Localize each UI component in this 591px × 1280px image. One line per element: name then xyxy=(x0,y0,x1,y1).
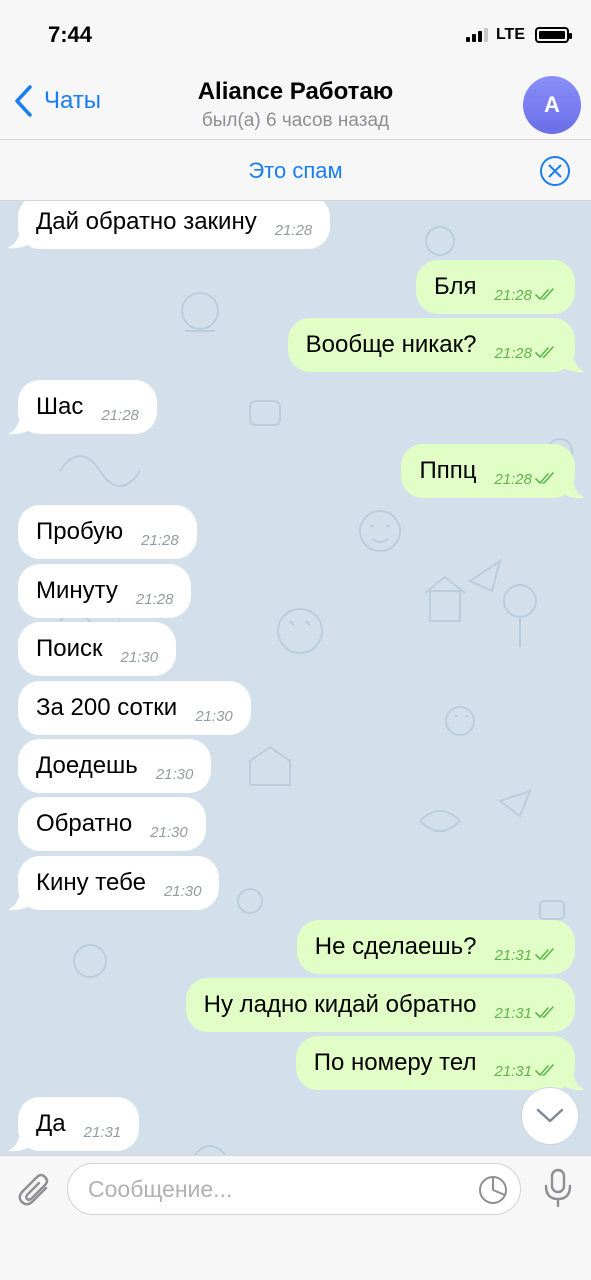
message-time: 21:28 xyxy=(101,406,139,424)
message-text: За 200 сотки xyxy=(36,694,178,721)
message-text: Не сделаешь? xyxy=(314,933,477,960)
message-incoming[interactable]: Поиск 21:30 xyxy=(18,622,177,676)
message-time: 21:28 xyxy=(274,221,313,239)
double-check-icon xyxy=(535,1064,554,1077)
message-text: Кину тебе xyxy=(36,869,146,896)
message-time: 21:30 xyxy=(195,707,233,725)
double-check-icon xyxy=(535,948,554,961)
message-incoming[interactable]: Да 21:31 xyxy=(18,1097,140,1151)
status-bar: 7:44 LTE xyxy=(0,0,591,70)
message-text: Дай обратно закину xyxy=(36,208,257,235)
last-seen-status: был(а) 6 часов назад xyxy=(201,110,390,131)
microphone-icon[interactable] xyxy=(543,1168,573,1208)
double-check-icon xyxy=(535,472,554,485)
message-text: Обратно xyxy=(36,810,133,837)
message-text: Доедешь xyxy=(36,752,138,779)
message-incoming[interactable]: Минуту 21:28 xyxy=(18,564,192,618)
message-time: 21:31 xyxy=(83,1123,122,1141)
message-time: 21:28 xyxy=(494,470,532,488)
message-time: 21:28 xyxy=(494,286,532,304)
status-indicators: LTE xyxy=(465,26,572,44)
message-outgoing[interactable]: Бля 21:28 xyxy=(415,260,575,314)
message-text: Шас xyxy=(36,393,84,420)
message-text: Вообще никак? xyxy=(305,331,477,358)
message-time: 21:30 xyxy=(120,648,159,666)
message-time: 21:31 xyxy=(494,1062,532,1080)
message-incoming[interactable]: Дай обратно закину 21:28 xyxy=(18,201,331,249)
message-time: 21:31 xyxy=(494,946,532,964)
message-text: Пробую xyxy=(36,518,124,545)
message-outgoing[interactable]: Вообще никак? 21:28 xyxy=(287,318,575,372)
double-check-icon xyxy=(535,1006,554,1019)
message-text: По номеру тел xyxy=(313,1049,477,1076)
message-time: 21:31 xyxy=(494,1004,532,1022)
message-time: 21:30 xyxy=(155,765,194,783)
message-incoming[interactable]: Пробую 21:28 xyxy=(18,505,197,559)
message-outgoing[interactable]: Не сделаешь? 21:31 xyxy=(296,920,575,974)
message-incoming[interactable]: Доедешь 21:30 xyxy=(18,739,212,793)
double-check-icon xyxy=(535,288,554,301)
message-time: 21:28 xyxy=(135,590,174,608)
message-field xyxy=(67,1163,521,1215)
message-text: Пппц xyxy=(419,457,477,484)
message-incoming[interactable]: Кину тебе 21:30 xyxy=(18,856,220,910)
message-time: 21:28 xyxy=(494,344,532,362)
message-time: 21:28 xyxy=(141,531,179,549)
paperclip-icon[interactable] xyxy=(16,1170,54,1210)
message-outgoing[interactable]: Пппц 21:28 xyxy=(401,444,575,498)
message-incoming[interactable]: За 200 сотки 21:30 xyxy=(18,681,251,735)
message-incoming[interactable]: Шас 21:28 xyxy=(18,380,157,434)
report-spam-button[interactable]: Это спам xyxy=(0,158,591,184)
message-outgoing[interactable]: Ну ладно кидай обратно 21:31 xyxy=(185,978,575,1032)
message-text: Да xyxy=(36,1110,66,1137)
chat-header: Чаты Aliance Работаю был(а) 6 часов наза… xyxy=(0,70,591,140)
signal-icon xyxy=(465,28,488,42)
scroll-down-button[interactable] xyxy=(521,1087,579,1145)
chat-title[interactable]: Aliance Работаю xyxy=(0,78,591,106)
close-circle-icon[interactable] xyxy=(539,155,571,187)
message-text: Минуту xyxy=(36,577,118,604)
message-time: 21:30 xyxy=(150,823,188,841)
double-check-icon xyxy=(535,346,554,359)
avatar[interactable]: A xyxy=(523,76,581,134)
network-type: LTE xyxy=(495,26,525,43)
sticker-icon[interactable] xyxy=(478,1175,508,1205)
message-input[interactable] xyxy=(88,1164,468,1214)
message-text: Поиск xyxy=(36,635,103,662)
message-time: 21:30 xyxy=(163,882,202,900)
spam-report-bar: Это спам xyxy=(0,141,591,201)
message-text: Ну ладно кидай обратно xyxy=(203,991,477,1018)
chevron-down-icon xyxy=(536,1108,564,1123)
status-time: 7:44 xyxy=(48,22,93,47)
message-outgoing[interactable]: По номеру тел 21:31 xyxy=(295,1036,575,1090)
battery-icon xyxy=(535,27,572,43)
message-text: Бля xyxy=(433,273,477,300)
message-list[interactable]: Дай обратно закину 21:28 Бля 21:28 Вообщ… xyxy=(0,201,591,1155)
message-incoming[interactable]: Обратно 21:30 xyxy=(18,797,206,851)
message-composer xyxy=(0,1155,591,1280)
